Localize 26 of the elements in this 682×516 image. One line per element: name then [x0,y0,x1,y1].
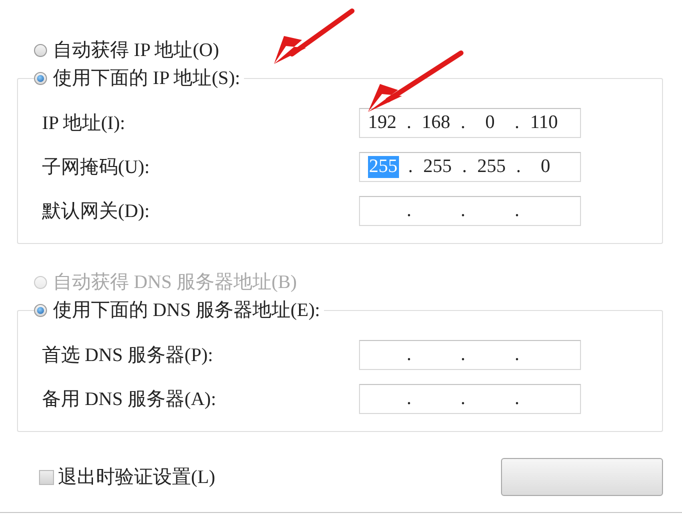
address-part: 0 [484,112,496,134]
radio-button[interactable] [34,304,47,316]
field-label: 子网掩码(U): [42,156,150,180]
radio-label[interactable]: 自动获得 IP 地址(O) [53,37,220,63]
address-part: 168 [420,112,452,134]
address-part: 192 [367,112,398,134]
field-label: 默认网关(D): [42,200,150,224]
ip-address-field[interactable]: 255 . 255 . 255 . 0 [359,152,581,182]
ip-address-field[interactable]: . . . [359,384,581,414]
address-part: 255 [476,156,507,178]
ip-address-field[interactable]: . . . [359,196,581,226]
radio-button[interactable] [34,44,47,56]
field-label: 备用 DNS 服务器(A): [42,388,216,412]
ip-address-field[interactable]: 192 . 168 . 0 . 110 [359,108,581,138]
dialog-button[interactable] [501,458,663,496]
field-label: IP 地址(I): [42,112,126,136]
address-part: 110 [529,112,559,134]
radio-label[interactable]: 使用下面的 IP 地址(S): [53,65,240,91]
radio-label[interactable]: 使用下面的 DNS 服务器地址(E): [53,297,320,323]
ip-address-field[interactable]: . . . [359,340,581,370]
address-part: 255 [422,156,453,178]
verify-checkbox[interactable]: 退出时验证设置(L) [39,464,216,490]
field-label: 首选 DNS 服务器(P): [42,344,214,368]
address-part: 0 [540,156,552,178]
selected-text: 255 [368,156,398,178]
radio-button[interactable] [34,72,47,84]
